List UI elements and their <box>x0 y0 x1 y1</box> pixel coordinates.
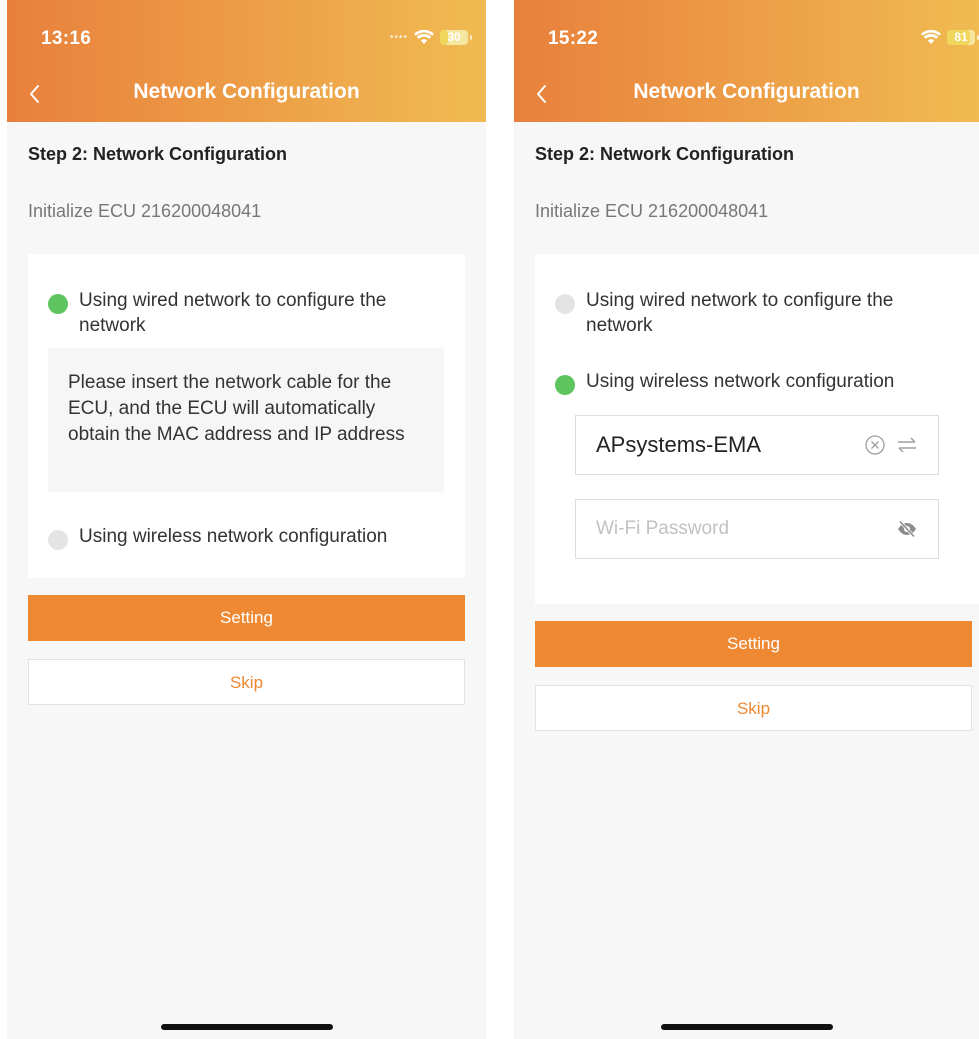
step-title: Step 2: Network Configuration <box>535 144 795 164</box>
setting-button[interactable]: Setting <box>28 595 465 641</box>
status-icons: •••• 30 <box>389 30 472 45</box>
battery-percent: 30 <box>447 30 461 44</box>
wifi-ssid-value: APsystems-EMA <box>596 432 762 457</box>
wifi-password-input[interactable] <box>596 518 886 540</box>
battery-icon: 81 <box>947 30 979 45</box>
option-wireless-network[interactable]: Using wireless network configuration <box>555 369 959 395</box>
page-title: Network Configuration <box>133 80 360 103</box>
eye-off-icon[interactable] <box>896 518 918 540</box>
screenshot-canvas: 13:16 •••• 30 Network Configuration Step… <box>0 0 979 1039</box>
signal-icon: •••• <box>389 32 408 43</box>
wifi-password-field[interactable] <box>575 499 939 559</box>
option-wireless-label: Using wireless network configuration <box>586 371 895 392</box>
skip-button[interactable]: Skip <box>28 659 465 705</box>
phone-screen-wired: 13:16 •••• 30 Network Configuration Step… <box>7 0 486 1039</box>
option-wired-label: Using wired network to configure the net… <box>586 290 894 336</box>
home-indicator[interactable] <box>660 1024 833 1030</box>
status-time: 15:22 <box>548 28 599 49</box>
switch-arrows-icon[interactable] <box>896 434 918 456</box>
wifi-ssid-field[interactable]: APsystems-EMA <box>575 415 939 475</box>
battery-icon: 30 <box>440 30 472 45</box>
network-options-card: Using wired network to configure the net… <box>535 254 979 604</box>
radio-wired-selected[interactable] <box>48 294 68 314</box>
network-options-card: Using wired network to configure the net… <box>28 254 465 578</box>
option-wired-label: Using wired network to configure the net… <box>79 290 387 336</box>
initialize-ecu-text: Initialize ECU 216200048041 <box>535 201 769 221</box>
setting-button[interactable]: Setting <box>535 621 972 667</box>
skip-button[interactable]: Skip <box>535 685 972 731</box>
option-wireless-label: Using wireless network configuration <box>79 526 388 547</box>
option-wired-network[interactable]: Using wired network to configure the net… <box>48 288 445 338</box>
radio-wireless-selected[interactable] <box>555 375 575 395</box>
clear-circle-icon[interactable] <box>864 434 886 456</box>
page-title: Network Configuration <box>633 80 860 103</box>
radio-wireless-unselected[interactable] <box>48 530 68 550</box>
radio-wired-unselected[interactable] <box>555 294 575 314</box>
wired-info-box: Please insert the network cable for the … <box>48 348 444 492</box>
wifi-icon <box>921 30 941 44</box>
app-header: 15:22 81 Network Configuration <box>514 0 979 122</box>
option-wired-network[interactable]: Using wired network to configure the net… <box>555 288 959 338</box>
home-indicator[interactable] <box>160 1024 333 1030</box>
status-time: 13:16 <box>41 28 92 49</box>
wifi-icon <box>414 30 434 44</box>
status-icons: 81 <box>921 30 979 45</box>
step-title: Step 2: Network Configuration <box>28 144 288 164</box>
phone-screen-wireless: 15:22 81 Network Configuration Step 2: N… <box>514 0 979 1039</box>
option-wireless-network[interactable]: Using wireless network configuration <box>48 524 445 550</box>
battery-percent: 81 <box>954 30 968 44</box>
app-header: 13:16 •••• 30 Network Configuration <box>7 0 486 122</box>
initialize-ecu-text: Initialize ECU 216200048041 <box>28 201 262 221</box>
